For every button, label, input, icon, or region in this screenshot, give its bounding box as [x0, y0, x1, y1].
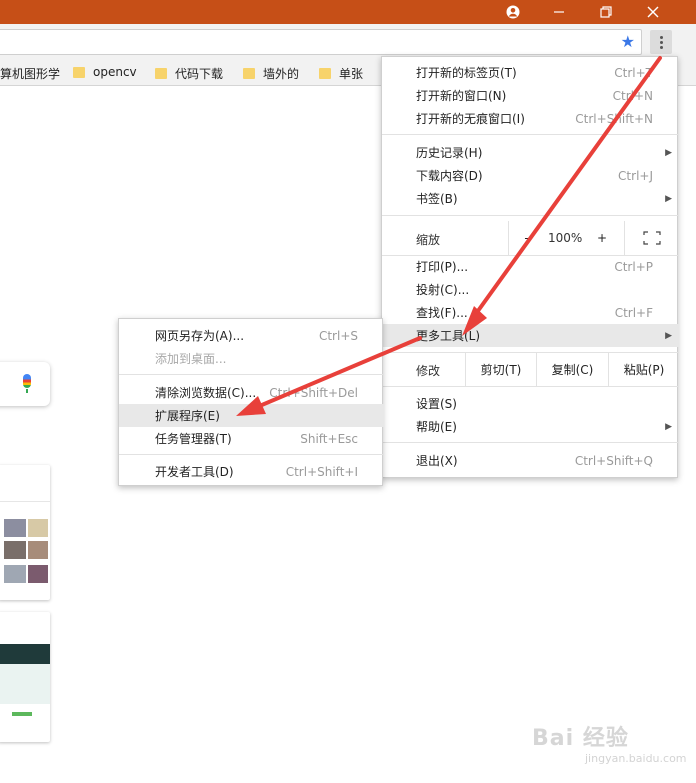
baidu-watermark-url: jingyan.baidu.com	[585, 752, 687, 765]
arrowhead-more-tools	[462, 306, 487, 336]
baidu-watermark: Bai 经验	[532, 726, 629, 751]
annotation-arrows	[236, 56, 662, 416]
arrow-to-more-tools	[468, 56, 662, 324]
arrowhead-extensions	[236, 396, 266, 416]
arrow-to-extensions	[248, 336, 422, 412]
